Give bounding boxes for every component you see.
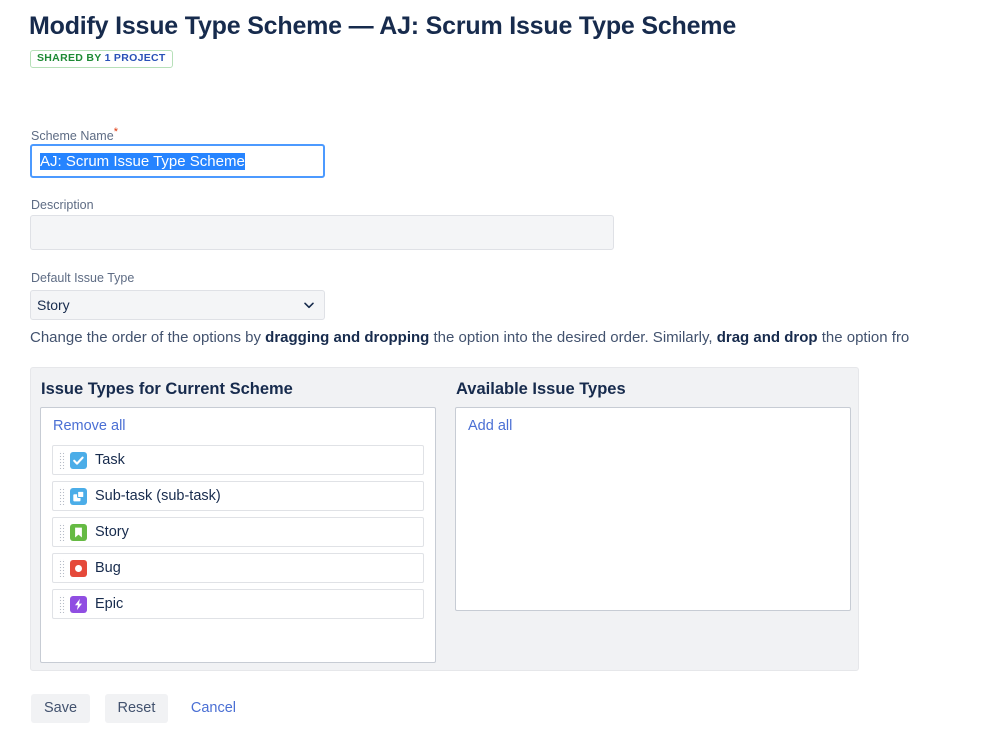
available-types-column: Available Issue Types xyxy=(455,368,851,400)
bug-icon xyxy=(70,559,87,577)
scheme-name-label: Scheme Name* xyxy=(31,126,118,143)
status-badge: SHARED BY 1 PROJECT xyxy=(30,50,173,68)
drag-handle-icon[interactable] xyxy=(58,559,68,577)
badge-shared-text: SHARED BY xyxy=(37,52,102,64)
issue-type-label: Task xyxy=(95,451,125,468)
drag-handle-icon[interactable] xyxy=(58,523,68,541)
form-actions: Save Reset Cancel xyxy=(31,694,244,723)
task-icon xyxy=(70,451,87,469)
badge-row: SHARED BY 1 PROJECT xyxy=(30,48,173,68)
instructions-part1: Change the order of the options by xyxy=(30,329,266,346)
story-icon xyxy=(70,523,87,541)
drag-handle-icon[interactable] xyxy=(58,451,68,469)
page-title: Modify Issue Type Scheme — AJ: Scrum Iss… xyxy=(29,12,737,40)
default-issue-type-select[interactable]: Story xyxy=(30,290,325,320)
cancel-button[interactable]: Cancel xyxy=(183,694,244,723)
current-scheme-heading: Issue Types for Current Scheme xyxy=(41,380,293,398)
issue-type-label: Story xyxy=(95,523,129,540)
scheme-name-input[interactable] xyxy=(30,144,325,178)
current-scheme-item-list: Task Sub-task (sub-task) Story Bug Epic xyxy=(52,445,424,625)
description-input[interactable] xyxy=(30,215,614,250)
drag-handle-icon[interactable] xyxy=(58,595,68,613)
issue-type-item[interactable]: Task xyxy=(52,445,424,475)
default-issue-type-label: Default Issue Type xyxy=(31,271,135,285)
issue-type-dual-list-panel: Issue Types for Current Scheme Available… xyxy=(30,367,859,671)
issue-type-label: Sub-task (sub-task) xyxy=(95,487,221,504)
instructions-bold1: dragging and dropping xyxy=(265,329,430,346)
subtask-icon xyxy=(70,487,87,505)
issue-type-item[interactable]: Epic xyxy=(52,589,424,619)
available-types-list-box: Add all xyxy=(455,407,851,611)
epic-icon xyxy=(70,595,87,613)
drag-handle-icon[interactable] xyxy=(58,487,68,505)
instructions-part2: the option into the desired order. Simil… xyxy=(429,329,717,346)
instructions-bold2: drag and drop xyxy=(716,329,818,346)
instructions-part3: the option fro xyxy=(817,329,910,346)
issue-type-item[interactable]: Story xyxy=(52,517,424,547)
available-types-heading: Available Issue Types xyxy=(456,380,626,398)
remove-all-link[interactable]: Remove all xyxy=(53,418,126,434)
current-scheme-list-box: Remove all Task Sub-task (sub-task) Story B… xyxy=(40,407,436,663)
issue-type-item[interactable]: Bug xyxy=(52,553,424,583)
issue-type-label: Epic xyxy=(95,595,124,612)
badge-project-text: 1 PROJECT xyxy=(104,52,166,64)
save-button[interactable]: Save xyxy=(31,694,91,723)
current-scheme-column: Issue Types for Current Scheme xyxy=(40,368,446,400)
required-asterisk: * xyxy=(113,126,118,138)
instructions-text: Change the order of the options by dragg… xyxy=(30,329,999,346)
add-all-link[interactable]: Add all xyxy=(468,418,512,434)
reset-button[interactable]: Reset xyxy=(104,694,169,723)
issue-type-label: Bug xyxy=(95,559,121,576)
description-label: Description xyxy=(31,198,94,212)
scheme-name-label-text: Scheme Name xyxy=(31,129,114,144)
issue-type-item[interactable]: Sub-task (sub-task) xyxy=(52,481,424,511)
